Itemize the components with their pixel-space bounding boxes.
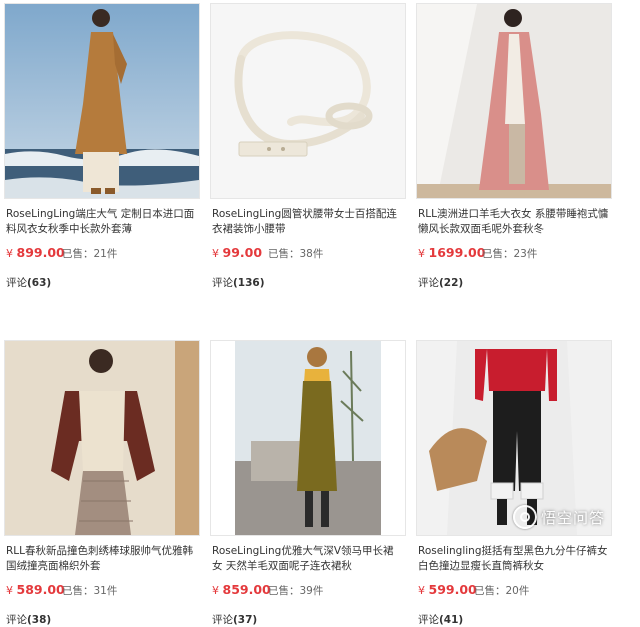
product-photo xyxy=(5,4,199,198)
comment-count[interactable]: 评论(41) xyxy=(418,612,463,627)
currency-symbol: ¥ xyxy=(6,247,13,260)
comments-value: (136) xyxy=(233,277,265,289)
price-value: 599.00 xyxy=(428,582,477,597)
product-price: ¥ 589.00 xyxy=(6,582,65,597)
product-image[interactable] xyxy=(416,3,612,199)
sold-count: 已售：23件 xyxy=(482,246,537,261)
sold-prefix: 已售： xyxy=(268,248,300,260)
sold-value: 21件 xyxy=(93,248,118,260)
watermark-text: 悟空问答 xyxy=(540,508,605,527)
product-photo xyxy=(235,341,381,535)
product-image[interactable] xyxy=(4,3,200,199)
comment-count[interactable]: 评论(63) xyxy=(6,275,51,290)
currency-symbol: ¥ xyxy=(418,584,425,597)
product-title[interactable]: RLL澳洲进口羊毛大衣女 系腰带睡袍式慵懒风长款双面毛呢外套秋冬 xyxy=(418,207,610,237)
watermark: 悟空问答 xyxy=(512,505,605,529)
sold-value: 38件 xyxy=(299,248,324,260)
comments-label: 评论 xyxy=(418,277,439,289)
sold-value: 23件 xyxy=(513,248,538,260)
comment-count[interactable]: 评论(38) xyxy=(6,612,51,627)
comments-label: 评论 xyxy=(418,614,439,626)
product-image[interactable] xyxy=(210,340,406,536)
sold-prefix: 已售： xyxy=(474,585,506,597)
currency-symbol: ¥ xyxy=(212,584,219,597)
sold-value: 20件 xyxy=(505,585,530,597)
comments-value: (38) xyxy=(27,614,52,626)
sold-count: 已售：39件 xyxy=(268,583,323,598)
sold-count: 已售：21件 xyxy=(62,246,117,261)
comments-value: (63) xyxy=(27,277,52,289)
comments-value: (22) xyxy=(439,277,464,289)
product-title[interactable]: RoseLingLing圆管状腰带女士百搭配连衣裙装饰小腰带 xyxy=(212,207,404,237)
product-image[interactable] xyxy=(4,340,200,536)
price-value: 589.00 xyxy=(16,582,65,597)
product-price: ¥ 599.00 xyxy=(418,582,477,597)
sold-value: 39件 xyxy=(299,585,324,597)
product-price: ¥ 899.00 xyxy=(6,245,65,260)
sold-prefix: 已售： xyxy=(268,585,300,597)
price-value: 859.00 xyxy=(222,582,271,597)
product-title[interactable]: Roselingling挺括有型黑色九分牛仔裤女白色撞边显瘦长直筒裤秋女 xyxy=(418,544,610,574)
currency-symbol: ¥ xyxy=(418,247,425,260)
sold-prefix: 已售： xyxy=(62,248,94,260)
sold-count: 已售：20件 xyxy=(474,583,529,598)
comment-count[interactable]: 评论(136) xyxy=(212,275,265,290)
currency-symbol: ¥ xyxy=(6,584,13,597)
sold-value: 31件 xyxy=(93,585,118,597)
comments-label: 评论 xyxy=(212,614,233,626)
product-price: ¥ 99.00 xyxy=(212,245,262,260)
comments-value: (37) xyxy=(233,614,258,626)
product-title[interactable]: RLL春秋新品撞色刺绣棒球服帅气优雅韩国绒撞亮面棉织外套 xyxy=(6,544,198,574)
product-price: ¥ 1699.00 xyxy=(418,245,485,260)
sold-prefix: 已售： xyxy=(62,585,94,597)
comment-count[interactable]: 评论(37) xyxy=(212,612,257,627)
product-title[interactable]: RoseLingLing优雅大气深V领马甲长裙女 天然羊毛双面呢子连衣裙秋 xyxy=(212,544,404,574)
comment-count[interactable]: 评论(22) xyxy=(418,275,463,290)
product-image[interactable] xyxy=(210,3,406,199)
product-photo xyxy=(5,341,199,535)
comments-label: 评论 xyxy=(6,614,27,626)
comments-label: 评论 xyxy=(6,277,27,289)
wukong-logo-icon xyxy=(512,505,537,529)
price-value: 1699.00 xyxy=(428,245,486,260)
product-price: ¥ 859.00 xyxy=(212,582,271,597)
product-photo xyxy=(417,4,611,198)
product-image[interactable]: 悟空问答 xyxy=(416,340,612,536)
comments-value: (41) xyxy=(439,614,464,626)
product-photo xyxy=(234,31,373,157)
sold-prefix: 已售： xyxy=(482,248,514,260)
sold-count: 已售：31件 xyxy=(62,583,117,598)
price-value: 899.00 xyxy=(16,245,65,260)
sold-count: 已售：38件 xyxy=(268,246,323,261)
price-value: 99.00 xyxy=(222,245,263,260)
currency-symbol: ¥ xyxy=(212,247,219,260)
comments-label: 评论 xyxy=(212,277,233,289)
product-title[interactable]: RoseLingLing端庄大气 定制日本进口面料风衣女秋季中长款外套薄 xyxy=(6,207,198,237)
